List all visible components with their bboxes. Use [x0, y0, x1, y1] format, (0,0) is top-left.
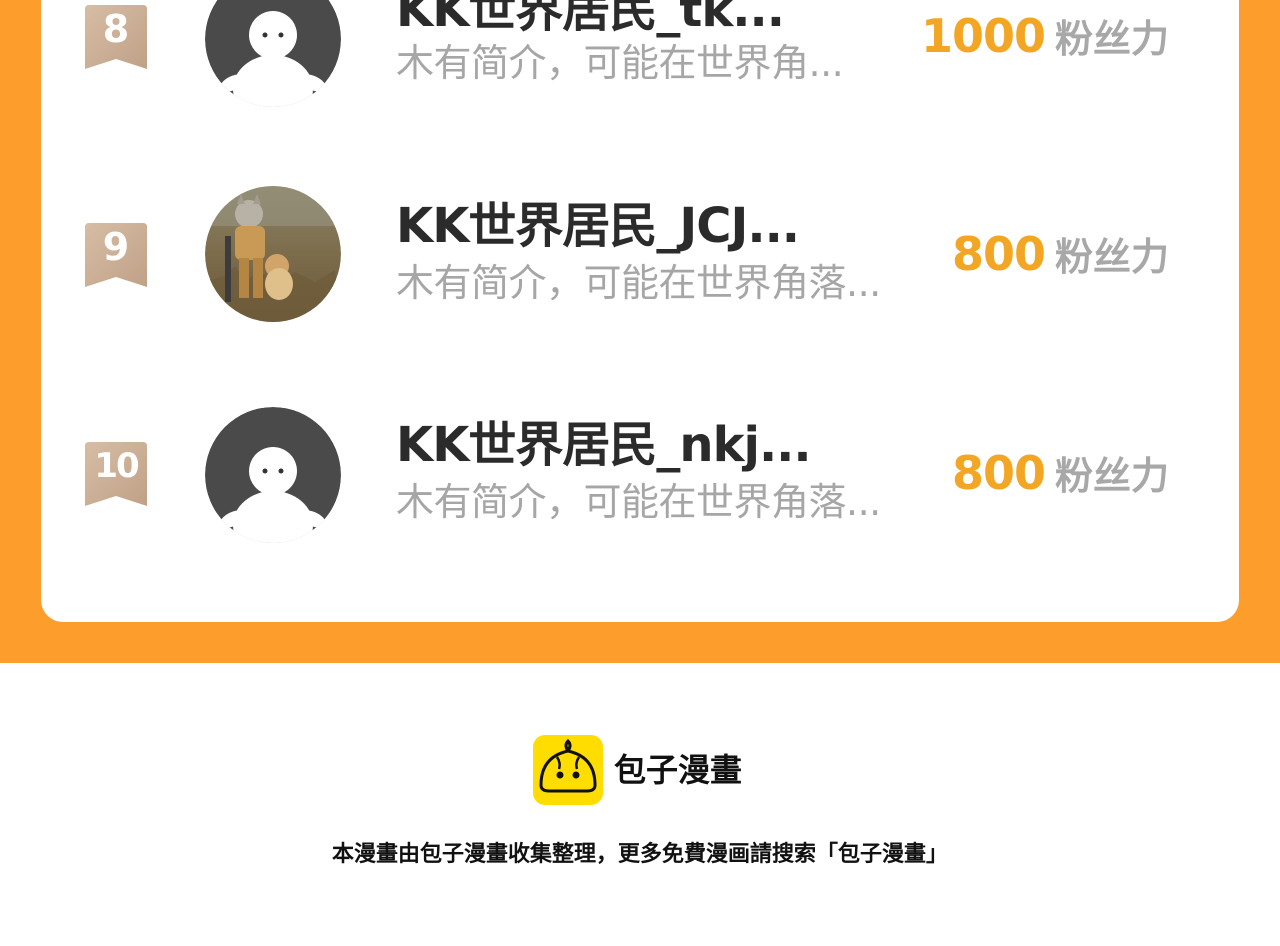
user-bio: 木有简介，可能在世界角落...: [396, 261, 881, 305]
user-bio: 木有简介，可能在世界角落...: [396, 480, 881, 524]
user-avatar[interactable]: [205, 0, 341, 107]
fans-unit: 粉丝力: [1054, 235, 1169, 279]
user-name[interactable]: KK世界居民_tk...: [396, 0, 785, 38]
ranking-row[interactable]: 10 KK世界居民_nkj... 木有简介，可能在世界角落... 800 粉丝力: [41, 399, 1239, 549]
user-avatar[interactable]: [205, 186, 341, 322]
baozi-logo-icon: [533, 735, 603, 805]
footer-note: 本漫畫由包子漫畫收集整理，更多免費漫画請搜索「包子漫畫」: [331, 842, 948, 867]
rank-badge: 8: [85, 5, 147, 69]
default-avatar-icon: [205, 0, 341, 107]
fans-number: 1000: [920, 9, 1046, 63]
user-avatar[interactable]: [205, 407, 341, 543]
user-bio: 木有简介，可能在世界角...: [396, 41, 844, 85]
rank-badge: 9: [85, 223, 147, 287]
ranking-row[interactable]: 8 KK世界居民_tk... 木有简介，可能在世界角... 1000 粉丝力: [41, 0, 1239, 112]
brand-name: 包子漫畫: [614, 751, 743, 789]
rank-number: 9: [102, 225, 130, 269]
fans-score: 1000 粉丝力: [921, 8, 1169, 75]
user-name[interactable]: KK世界居民_nkj...: [396, 417, 812, 473]
default-avatar-icon: [205, 407, 341, 543]
user-name[interactable]: KK世界居民_JCJ...: [396, 198, 800, 254]
rank-number: 8: [102, 7, 130, 51]
ranking-card: 8 KK世界居民_tk... 木有简介，可能在世界角... 1000 粉丝力 9…: [41, 0, 1239, 622]
rank-number: 10: [94, 446, 139, 486]
rank-badge: 10: [85, 442, 147, 506]
fans-score: 800 粉丝力: [952, 445, 1169, 512]
fans-number: 800: [951, 227, 1046, 281]
cat-photo-avatar-icon: [205, 186, 341, 322]
fans-number: 800: [951, 446, 1046, 500]
ranking-row[interactable]: 9 KK世界居民_JCJ... 木有简介，可能在世界角落... 800 粉丝力: [41, 180, 1239, 330]
fans-score: 800 粉丝力: [952, 226, 1169, 293]
fans-unit: 粉丝力: [1054, 454, 1169, 498]
fans-unit: 粉丝力: [1054, 17, 1169, 61]
